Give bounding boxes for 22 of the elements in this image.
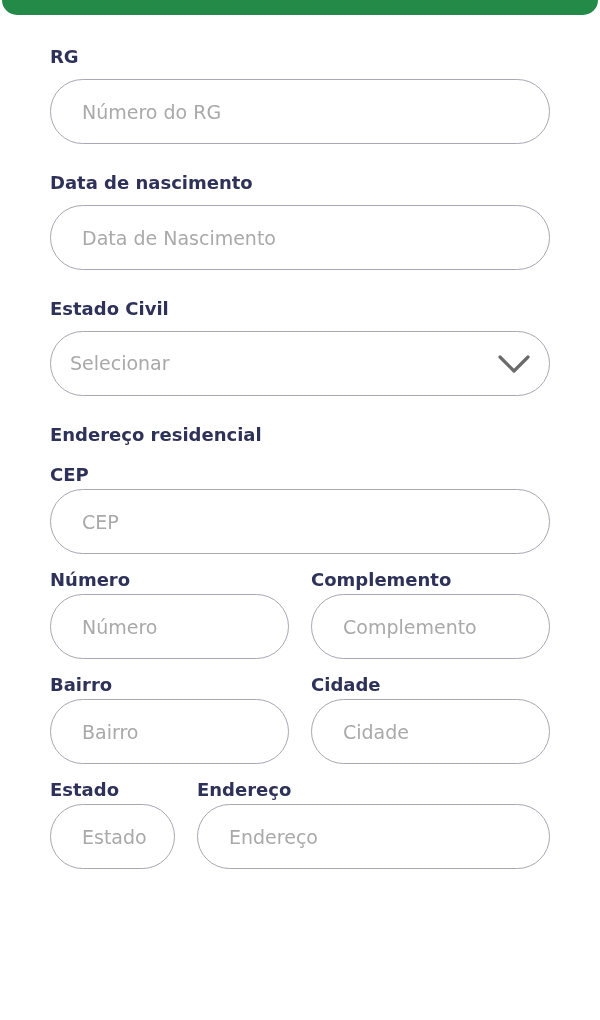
section-title: Endereço residencial — [50, 424, 263, 446]
input-field[interactable]: Número do RG — [50, 79, 550, 144]
dropdown-field[interactable]: Selecionar — [50, 331, 550, 396]
input-field[interactable]: Estado — [50, 804, 175, 869]
input-field[interactable]: Endereço — [197, 804, 550, 869]
field-label: Data de nascimento — [50, 172, 254, 194]
field-label: Cidade — [311, 674, 382, 696]
input-field[interactable]: CEP — [50, 489, 550, 554]
field-label: Bairro — [50, 674, 114, 696]
field-label: CEP — [50, 464, 90, 486]
field-label: Endereço — [197, 779, 293, 801]
chevron-down-icon — [498, 354, 530, 373]
input-field[interactable]: Número — [50, 594, 289, 659]
field-label: Complemento — [311, 569, 453, 591]
input-field[interactable]: Cidade — [311, 699, 550, 764]
input-field[interactable]: Complemento — [311, 594, 550, 659]
input-field[interactable]: Data de Nascimento — [50, 205, 550, 270]
field-label: Estado — [50, 779, 120, 801]
field-label: RG — [50, 46, 80, 68]
field-label: Número — [50, 569, 132, 591]
field-label: Estado Civil — [50, 298, 170, 320]
input-field[interactable]: Bairro — [50, 699, 289, 764]
